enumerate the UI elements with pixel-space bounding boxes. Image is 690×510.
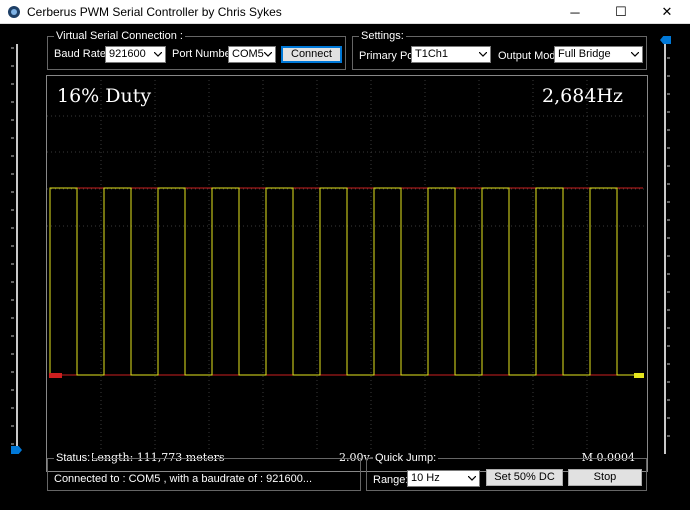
stop-button[interactable]: Stop — [568, 469, 642, 486]
status-group-label: Status: — [54, 451, 93, 465]
oscilloscope-display: 16% Duty 2,684Hz Wave Length: 111,773 me… — [46, 75, 648, 472]
app-icon — [8, 5, 20, 18]
frequency-readout: 2,684Hz — [542, 85, 623, 107]
output-mode-select[interactable]: Full Bridge — [554, 46, 643, 63]
slider-thumb[interactable] — [660, 36, 671, 44]
status-group: Status: Connected to : COM5 , with a bau… — [47, 451, 361, 491]
range-value: 10 Hz — [411, 472, 440, 484]
virtual-serial-group-label: Virtual Serial Connection : — [54, 29, 185, 43]
connect-button[interactable]: Connect — [281, 46, 342, 63]
duty-cycle-readout: 16% Duty — [57, 85, 152, 107]
slider-thumb[interactable] — [11, 446, 22, 454]
waveform-trace — [49, 187, 643, 376]
quick-jump-group-label: Quick Jump: — [373, 451, 439, 465]
quick-jump-group: Quick Jump: Range: 10 Hz Set 50% DC Stop — [366, 451, 647, 491]
primary-port-value: T1Ch1 — [415, 48, 449, 60]
virtual-serial-group: Virtual Serial Connection : Baud Rate : … — [47, 29, 346, 70]
range-label: Range: — [373, 474, 409, 486]
window-title: Cerberus PWM Serial Controller by Chris … — [27, 4, 282, 19]
baud-rate-value: 921600 — [109, 48, 146, 60]
slider-track — [16, 44, 18, 454]
primary-port-select[interactable]: T1Ch1 — [411, 46, 491, 63]
chevron-down-icon — [475, 47, 490, 62]
right-level-slider[interactable] — [659, 36, 671, 454]
output-mode-value: Full Bridge — [558, 48, 611, 60]
chevron-down-icon — [627, 47, 642, 62]
client-area: Virtual Serial Connection : Baud Rate : … — [0, 24, 690, 510]
settings-group: Settings: Primary Port: T1Ch1 Output Mod… — [352, 29, 647, 70]
left-level-slider[interactable] — [11, 44, 23, 454]
window-controls: ─ ☐ ✕ — [552, 0, 690, 24]
trace-end-marker — [634, 373, 644, 378]
minimize-button[interactable]: ─ — [552, 0, 598, 24]
waveform-plot — [47, 80, 647, 451]
close-button[interactable]: ✕ — [644, 0, 690, 24]
status-message: Connected to : COM5 , with a baudrate of… — [54, 473, 313, 485]
chevron-down-icon — [150, 47, 165, 62]
baud-rate-label: Baud Rate : — [54, 48, 113, 60]
slider-ticks — [11, 47, 14, 445]
port-number-value: COM5 — [232, 48, 264, 60]
range-select[interactable]: 10 Hz — [407, 470, 480, 487]
title-bar: Cerberus PWM Serial Controller by Chris … — [0, 0, 690, 24]
set-50-dc-button[interactable]: Set 50% DC — [486, 469, 563, 486]
chevron-down-icon — [464, 471, 479, 486]
port-number-select[interactable]: COM5 — [228, 46, 276, 63]
trigger-marker — [49, 373, 62, 378]
baud-rate-select[interactable]: 921600 — [105, 46, 166, 63]
settings-group-label: Settings: — [359, 29, 406, 43]
maximize-button[interactable]: ☐ — [598, 0, 644, 24]
chevron-down-icon — [260, 47, 275, 62]
slider-ticks — [667, 39, 670, 437]
